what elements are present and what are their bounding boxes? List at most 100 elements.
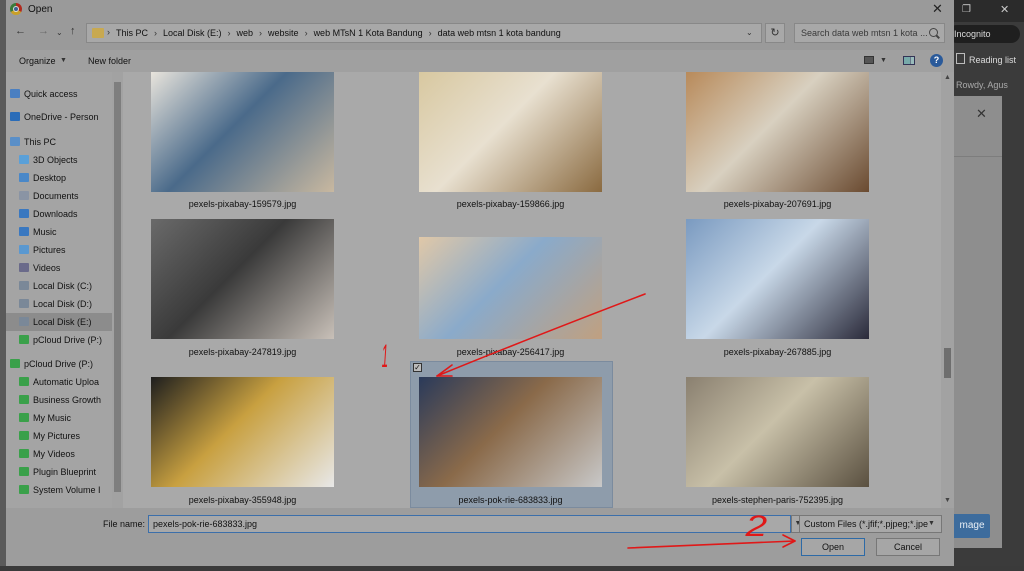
up-arrow-icon[interactable]: ↑ — [70, 25, 76, 37]
sidebar-item[interactable]: Local Disk (E:) — [6, 313, 112, 331]
reading-list-button[interactable]: Reading list — [956, 53, 1016, 65]
browser-close-icon[interactable]: ✕ — [1000, 3, 1009, 16]
breadcrumb-item[interactable]: data web mtsn 1 kota bandung — [438, 28, 561, 38]
reading-list-label: Reading list — [969, 55, 1017, 65]
sidebar-item[interactable]: Downloads — [6, 205, 112, 223]
sidebar-item[interactable]: My Pictures — [6, 427, 112, 445]
sidebar-item[interactable]: 3D Objects — [6, 151, 112, 169]
open-button[interactable]: Open — [801, 538, 865, 556]
file-list-scrollbar-thumb[interactable] — [944, 348, 951, 378]
breadcrumb-item[interactable]: web — [237, 28, 254, 38]
sidebar-item[interactable]: OneDrive - Person — [6, 108, 112, 126]
sidebar-item[interactable]: Desktop — [6, 169, 112, 187]
sidebar-item[interactable]: My Music — [6, 409, 112, 427]
breadcrumb-separator[interactable]: › — [154, 28, 157, 38]
sidebar-item[interactable]: pCloud Drive (P:) — [6, 331, 112, 349]
drive-icon — [19, 317, 29, 326]
organize-menu[interactable]: Organize — [19, 56, 56, 66]
forward-arrow-icon[interactable]: → — [38, 25, 49, 37]
refresh-button[interactable]: ↻ — [765, 23, 785, 43]
new-folder-button[interactable]: New folder — [88, 56, 131, 66]
sidebar-item[interactable]: Plugin Blueprint — [6, 463, 112, 481]
sidebar-item[interactable]: Business Growth — [6, 391, 112, 409]
dialog-title: Open — [28, 4, 53, 15]
view-options-chevron-icon[interactable]: ▼ — [880, 57, 887, 64]
sidebar-item[interactable]: Videos — [6, 259, 112, 277]
document-icon — [19, 191, 29, 200]
breadcrumb-separator[interactable]: › — [305, 28, 308, 38]
back-arrow-icon[interactable]: ← — [15, 25, 26, 37]
image-crayons-icon — [151, 72, 334, 192]
breadcrumb-separator[interactable]: › — [228, 28, 231, 38]
folder-icon — [19, 467, 29, 476]
file-list-scrollbar[interactable] — [941, 72, 954, 508]
sidebar-item-label: Quick access — [24, 89, 78, 99]
sidebar-item-label: My Videos — [33, 449, 75, 459]
navigation-scrollbar-thumb[interactable] — [114, 82, 121, 492]
help-icon[interactable]: ? — [930, 54, 943, 67]
background-upload-image-button[interactable]: mage — [954, 514, 990, 538]
desktop-icon — [19, 173, 29, 182]
breadcrumb-item[interactable]: web MTsN 1 Kota Bandung — [314, 28, 423, 38]
image-scrabble-icon — [419, 237, 602, 339]
breadcrumb-item[interactable]: This PC — [116, 28, 148, 38]
sidebar-item-label: 3D Objects — [33, 155, 78, 165]
sidebar-item-label: Music — [33, 227, 57, 237]
sidebar-item[interactable]: Quick access — [6, 85, 112, 103]
file-type-chevron-icon[interactable]: ▼ — [928, 520, 935, 527]
sidebar-item[interactable]: My Videos — [6, 445, 112, 463]
restore-icon[interactable]: ❐ — [962, 4, 971, 15]
scroll-up-icon[interactable]: ▲ — [944, 74, 951, 81]
sidebar-item[interactable]: Local Disk (C:) — [6, 277, 112, 295]
background-modal-close-icon[interactable]: ✕ — [976, 106, 987, 122]
drive-icon — [19, 299, 29, 308]
sidebar-item-label: OneDrive - Person — [24, 112, 99, 122]
sidebar-item[interactable]: Pictures — [6, 241, 112, 259]
sidebar-item-label: This PC — [24, 137, 57, 147]
breadcrumb: This PC › Local Disk (E:) › web › website › web … — [116, 28, 561, 38]
incognito-badge[interactable]: Incognito — [948, 25, 1020, 43]
change-view-icon[interactable] — [864, 56, 874, 64]
folder-icon — [19, 377, 29, 386]
search-input[interactable]: Search data web mtsn 1 kota ... — [794, 23, 945, 43]
sidebar-item[interactable]: pCloud Drive (P:) — [6, 355, 112, 373]
file-name-label: pexels-pixabay-247819.jpg — [188, 347, 297, 357]
breadcrumb-separator: › — [107, 27, 110, 37]
folder-icon — [19, 485, 29, 494]
image-classroom-icon — [686, 377, 869, 487]
folder-icon — [19, 395, 29, 404]
search-placeholder: Search data web mtsn 1 kota ... — [801, 28, 928, 38]
file-name-label: pexels-pok-rie-683833.jpg — [458, 495, 563, 505]
file-name-label: pexels-pixabay-267885.jpg — [723, 347, 832, 357]
breadcrumb-item[interactable]: website — [268, 28, 299, 38]
cancel-button[interactable]: Cancel — [876, 538, 940, 556]
address-history-chevron-icon[interactable]: ⌄ — [746, 28, 753, 37]
music-icon — [19, 227, 29, 236]
image-graduation-icon — [686, 219, 869, 339]
file-name-label: pexels-pixabay-256417.jpg — [456, 347, 565, 357]
pcloud-icon — [19, 335, 29, 344]
breadcrumb-item[interactable]: Local Disk (E:) — [163, 28, 222, 38]
breadcrumb-separator[interactable]: › — [259, 28, 262, 38]
file-type-select[interactable]: Custom Files (*.jfif;*.pjpeg;*.jpe — [799, 515, 942, 533]
sidebar-item[interactable]: Music — [6, 223, 112, 241]
sidebar-item[interactable]: This PC — [6, 133, 112, 151]
open-file-dialog: Open ✕ ← → ⌄ ↑ › This PC › Local Disk (E:)… — [6, 0, 954, 566]
address-bar[interactable]: › This PC › Local Disk (E:) › web › website › we… — [86, 23, 762, 43]
scroll-down-icon[interactable]: ▼ — [944, 497, 951, 504]
sidebar-item[interactable]: Documents — [6, 187, 112, 205]
preview-pane-icon[interactable] — [903, 56, 915, 65]
file-name-field[interactable] — [148, 515, 791, 533]
annotation-step-2: 2 — [745, 510, 768, 543]
command-toolbar: Organize ▼ New folder ▼ ? — [6, 50, 954, 72]
sidebar-item[interactable]: System Volume I — [6, 481, 112, 499]
sidebar-item[interactable]: Local Disk (D:) — [6, 295, 112, 313]
close-icon[interactable]: ✕ — [932, 1, 943, 17]
file-name-label: pexels-pixabay-159866.jpg — [456, 199, 565, 209]
breadcrumb-separator[interactable]: › — [429, 28, 432, 38]
sidebar-item-label: Downloads — [33, 209, 78, 219]
selection-checkbox[interactable]: ✓ — [413, 363, 422, 372]
sidebar-item[interactable]: Automatic Uploa — [6, 373, 112, 391]
recent-locations-chevron-icon[interactable]: ⌄ — [56, 28, 63, 37]
chevron-down-icon[interactable]: ▼ — [60, 57, 67, 64]
